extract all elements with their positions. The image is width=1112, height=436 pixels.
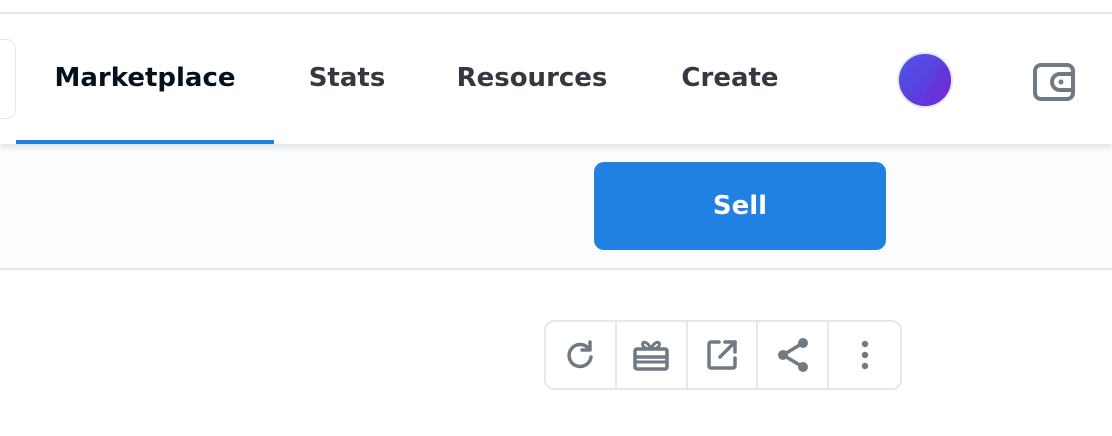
nav-tab-marketplace-label: Marketplace [54,63,236,93]
nav-tab-stats[interactable]: Stats [300,14,394,142]
nav-tab-resources[interactable]: Resources [446,14,618,142]
refresh-button[interactable] [546,322,617,388]
refresh-icon [567,340,594,369]
navbar: Marketplace Stats Resources Create [0,14,1112,144]
nav-tab-create-label: Create [681,63,779,93]
sell-section: Sell [0,144,1112,270]
gift-icon [633,340,669,371]
nav-tab-marketplace[interactable]: Marketplace [16,14,274,142]
item-action-toolbar [544,320,902,390]
open-external-button[interactable] [688,322,759,388]
transfer-button[interactable] [617,322,688,388]
page: Marketplace Stats Resources Create Sell [0,0,1112,436]
share-button[interactable] [758,322,830,388]
share-icon [777,338,808,372]
user-avatar[interactable] [897,52,953,108]
more-options-button[interactable] [829,322,900,388]
search-input[interactable] [0,39,16,119]
more-vertical-icon [861,340,868,370]
sell-button[interactable]: Sell [594,162,886,250]
nav-tab-stats-label: Stats [308,63,386,93]
active-tab-indicator [16,140,274,144]
nav-tab-resources-label: Resources [456,63,608,93]
nav-tab-create[interactable]: Create [670,14,790,142]
external-link-icon [707,340,737,370]
wallet-icon [1033,63,1075,101]
wallet-button[interactable] [1028,56,1080,108]
avatar-image [919,64,951,106]
